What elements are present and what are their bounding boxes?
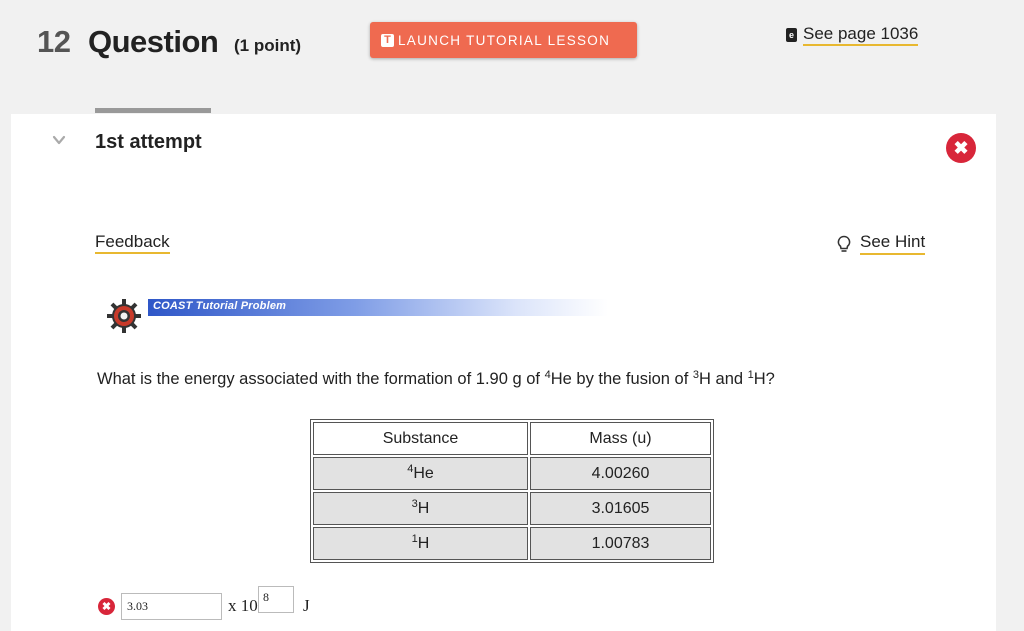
launch-tutorial-button[interactable]: T LAUNCH TUTORIAL LESSON (370, 22, 637, 58)
question-h3: H and (699, 370, 748, 388)
see-page-label: See page 1036 (803, 24, 919, 46)
tutorial-icon: T (381, 33, 394, 47)
lightbulb-icon (837, 235, 851, 252)
times-ten-label: x 10 (228, 596, 258, 615)
attempt-tab-indicator (95, 108, 211, 113)
mass-cell: 3.01605 (530, 492, 711, 525)
question-he: He by the fusion of (550, 370, 693, 388)
question-title: Question (88, 24, 219, 59)
coast-banner: COAST Tutorial Problem (148, 299, 608, 316)
x-circle-icon: ✖ (946, 133, 976, 163)
question-prefix: What is the energy associated with the f… (97, 370, 545, 388)
column-header-mass: Mass (u) (530, 422, 711, 455)
column-header-substance: Substance (313, 422, 528, 455)
substance-symbol: H (417, 499, 430, 517)
table-row: 3H 3.01605 (313, 492, 711, 525)
substance-cell: 1H (313, 527, 528, 560)
ebook-icon: e (786, 28, 797, 42)
table-row: 1H 1.00783 (313, 527, 711, 560)
mass-cell: 1.00783 (530, 527, 711, 560)
feedback-link[interactable]: Feedback (95, 232, 170, 254)
attempt-label: 1st attempt (95, 131, 202, 153)
mass-table: Substance Mass (u) 4He 4.00260 3H 3.0160… (310, 419, 714, 563)
substance-symbol: H (417, 534, 430, 552)
see-page-link[interactable]: e See page 1036 (786, 24, 919, 46)
x-circle-icon: ✖ (98, 598, 115, 615)
see-hint-link[interactable]: See Hint (836, 232, 926, 255)
substance-symbol: He (413, 464, 434, 482)
mass-cell: 4.00260 (530, 457, 711, 490)
answer-value-input[interactable]: 3.03 (121, 593, 222, 620)
gear-icon (107, 299, 141, 333)
feedback-label: Feedback (95, 232, 170, 254)
substance-cell: 3H (313, 492, 528, 525)
banner-title: COAST Tutorial Problem (153, 300, 287, 312)
substance-cell: 4He (313, 457, 528, 490)
answer-unit-label: J (303, 596, 310, 615)
question-header: 12 Question (1 point) T LAUNCH TUTORIAL … (0, 0, 1024, 108)
table-header-row: Substance Mass (u) (313, 422, 711, 455)
answer-exponent-input[interactable]: 8 (258, 586, 294, 613)
chevron-down-icon[interactable] (52, 133, 66, 147)
question-h1: H? (753, 370, 775, 388)
question-points: (1 point) (234, 36, 302, 55)
see-hint-label: See Hint (860, 232, 926, 255)
launch-tutorial-label: LAUNCH TUTORIAL LESSON (398, 32, 611, 48)
question-number: 12 (37, 24, 71, 59)
question-text: What is the energy associated with the f… (97, 370, 775, 389)
table-row: 4He 4.00260 (313, 457, 711, 490)
